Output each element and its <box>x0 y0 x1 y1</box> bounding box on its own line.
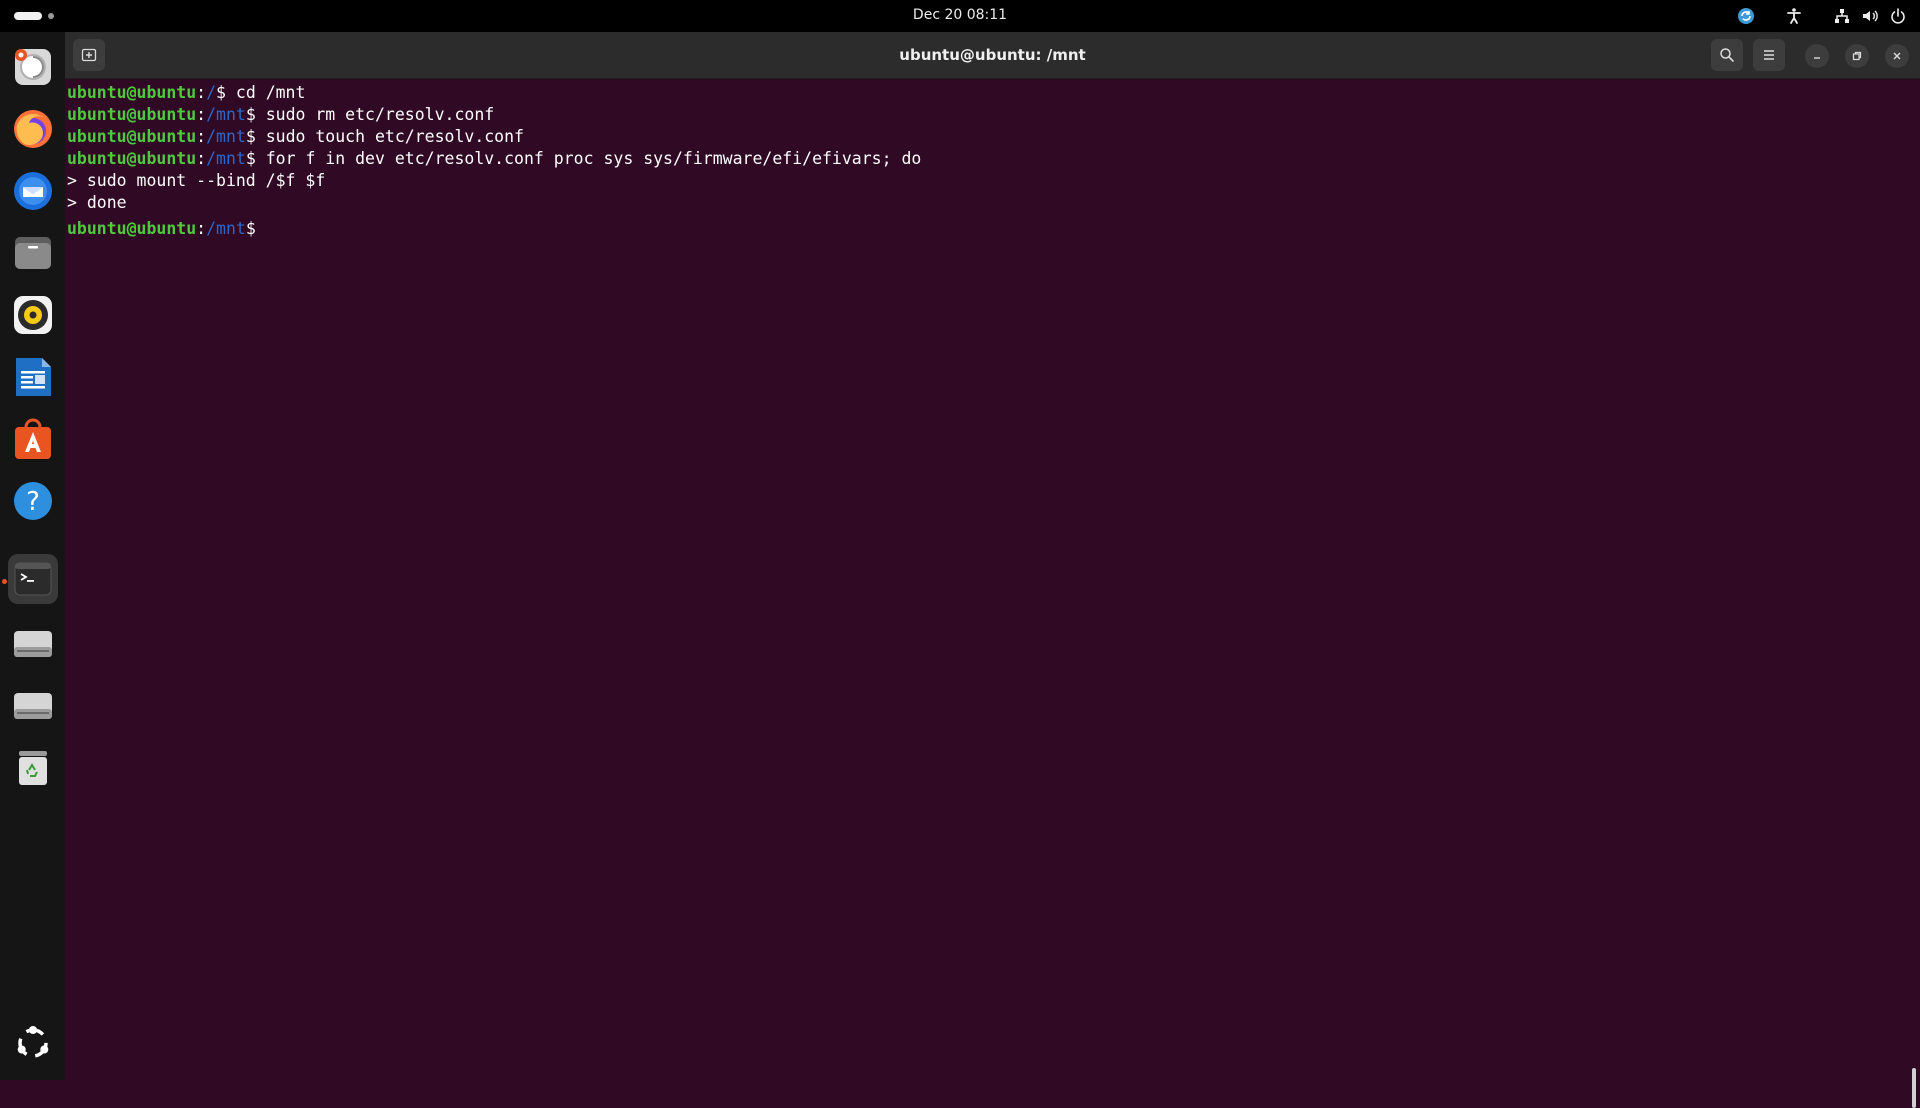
workspace-indicator-inactive <box>48 13 54 19</box>
minimize-button[interactable] <box>1805 44 1829 68</box>
ubuntu-installer-icon[interactable] <box>8 42 58 92</box>
help-icon[interactable]: ? <box>8 476 58 526</box>
files-icon[interactable] <box>8 228 58 278</box>
firefox-icon[interactable] <box>8 104 58 154</box>
prompt-user: ubuntu@ubuntu <box>67 83 197 102</box>
prompt-path: /mnt <box>206 219 246 238</box>
restore-button[interactable] <box>1845 44 1869 68</box>
prompt-separator: : <box>196 149 207 168</box>
prompt-dollar: $ <box>245 149 266 168</box>
accessibility-icon[interactable] <box>1780 2 1808 30</box>
activities-button[interactable] <box>14 11 54 21</box>
prompt-path: /mnt <box>206 149 246 168</box>
svg-text:?: ? <box>26 487 40 517</box>
new-tab-button[interactable] <box>73 39 105 71</box>
prompt-dollar: $ <box>245 105 266 124</box>
close-button[interactable] <box>1885 44 1909 68</box>
top-bar: Dec 20 08:11 <box>0 0 1920 32</box>
prompt-path: /mnt <box>206 127 246 146</box>
terminal-line: ubuntu@ubuntu:/mnt$ sudo rm etc/resolv.c… <box>67 104 1907 126</box>
clock[interactable]: Dec 20 08:11 <box>913 7 1007 23</box>
terminal-continuation-line: > sudo mount --bind /$f $f <box>67 171 326 190</box>
search-icon <box>1720 48 1734 62</box>
text-cursor <box>256 214 266 234</box>
prompt-separator: : <box>196 105 207 124</box>
prompt-separator: : <box>196 219 207 238</box>
command-text: cd /mnt <box>235 83 306 102</box>
prompt-user: ubuntu@ubuntu <box>67 219 197 238</box>
terminal-icon[interactable] <box>8 554 58 604</box>
command-text: sudo touch etc/resolv.conf <box>265 127 524 146</box>
prompt-dollar: $ <box>245 127 266 146</box>
close-icon <box>1893 52 1901 60</box>
prompt-path: /mnt <box>206 105 246 124</box>
drive-icon[interactable] <box>8 618 58 668</box>
command-text: for f in dev etc/resolv.conf proc sys sy… <box>265 149 922 168</box>
update-notifier-icon[interactable] <box>1732 2 1760 30</box>
prompt-dollar: $ <box>245 219 256 238</box>
new-tab-icon <box>81 48 97 62</box>
terminal-window: ubuntu@ubuntu: /mnt ubuntu@ubuntu:/$ cd … <box>65 32 1920 1108</box>
prompt-dollar: $ <box>216 83 236 102</box>
trash-icon[interactable] <box>8 742 58 792</box>
terminal-line: ubuntu@ubuntu:/$ cd /mnt <box>67 82 1907 104</box>
network-icon[interactable] <box>1828 2 1856 30</box>
libreoffice-writer-icon[interactable] <box>8 352 58 402</box>
terminal-line: ubuntu@ubuntu:/mnt$ for f in dev etc/res… <box>67 148 1907 170</box>
dock: ? <box>0 32 65 1080</box>
prompt-user: ubuntu@ubuntu <box>67 149 197 168</box>
prompt-user: ubuntu@ubuntu <box>67 105 197 124</box>
app-center-icon[interactable] <box>8 414 58 464</box>
search-button[interactable] <box>1711 39 1743 71</box>
prompt-separator: : <box>196 83 207 102</box>
power-icon[interactable] <box>1884 2 1912 30</box>
minimize-icon <box>1814 57 1820 59</box>
system-tray[interactable] <box>1732 0 1912 32</box>
thunderbird-icon[interactable] <box>8 166 58 216</box>
show-apps-icon[interactable] <box>8 1018 58 1068</box>
restore-icon <box>1852 51 1862 61</box>
prompt-user: ubuntu@ubuntu <box>67 127 197 146</box>
menu-button[interactable] <box>1753 39 1785 71</box>
volume-icon[interactable] <box>1856 2 1884 30</box>
running-indicator <box>2 579 7 584</box>
terminal-continuation-line: > done <box>67 193 127 212</box>
header-bar: ubuntu@ubuntu: /mnt <box>65 32 1920 79</box>
hamburger-menu-icon <box>1764 50 1774 60</box>
prompt-separator: : <box>196 127 207 146</box>
rhythmbox-icon[interactable] <box>8 290 58 340</box>
command-text: sudo rm etc/resolv.conf <box>265 105 495 124</box>
workspace-indicator-active <box>14 12 42 20</box>
terminal-output[interactable]: ubuntu@ubuntu:/$ cd /mnt ubuntu@ubuntu:/… <box>67 79 1907 1082</box>
window-title: ubuntu@ubuntu: /mnt <box>899 46 1086 64</box>
drive-icon[interactable] <box>8 680 58 730</box>
scrollbar-thumb[interactable] <box>1912 1068 1916 1108</box>
prompt-path: / <box>206 83 217 102</box>
terminal-line: ubuntu@ubuntu:/mnt$ sudo touch etc/resol… <box>67 126 1907 148</box>
terminal-line: ubuntu@ubuntu:/mnt$ <box>67 214 1907 238</box>
